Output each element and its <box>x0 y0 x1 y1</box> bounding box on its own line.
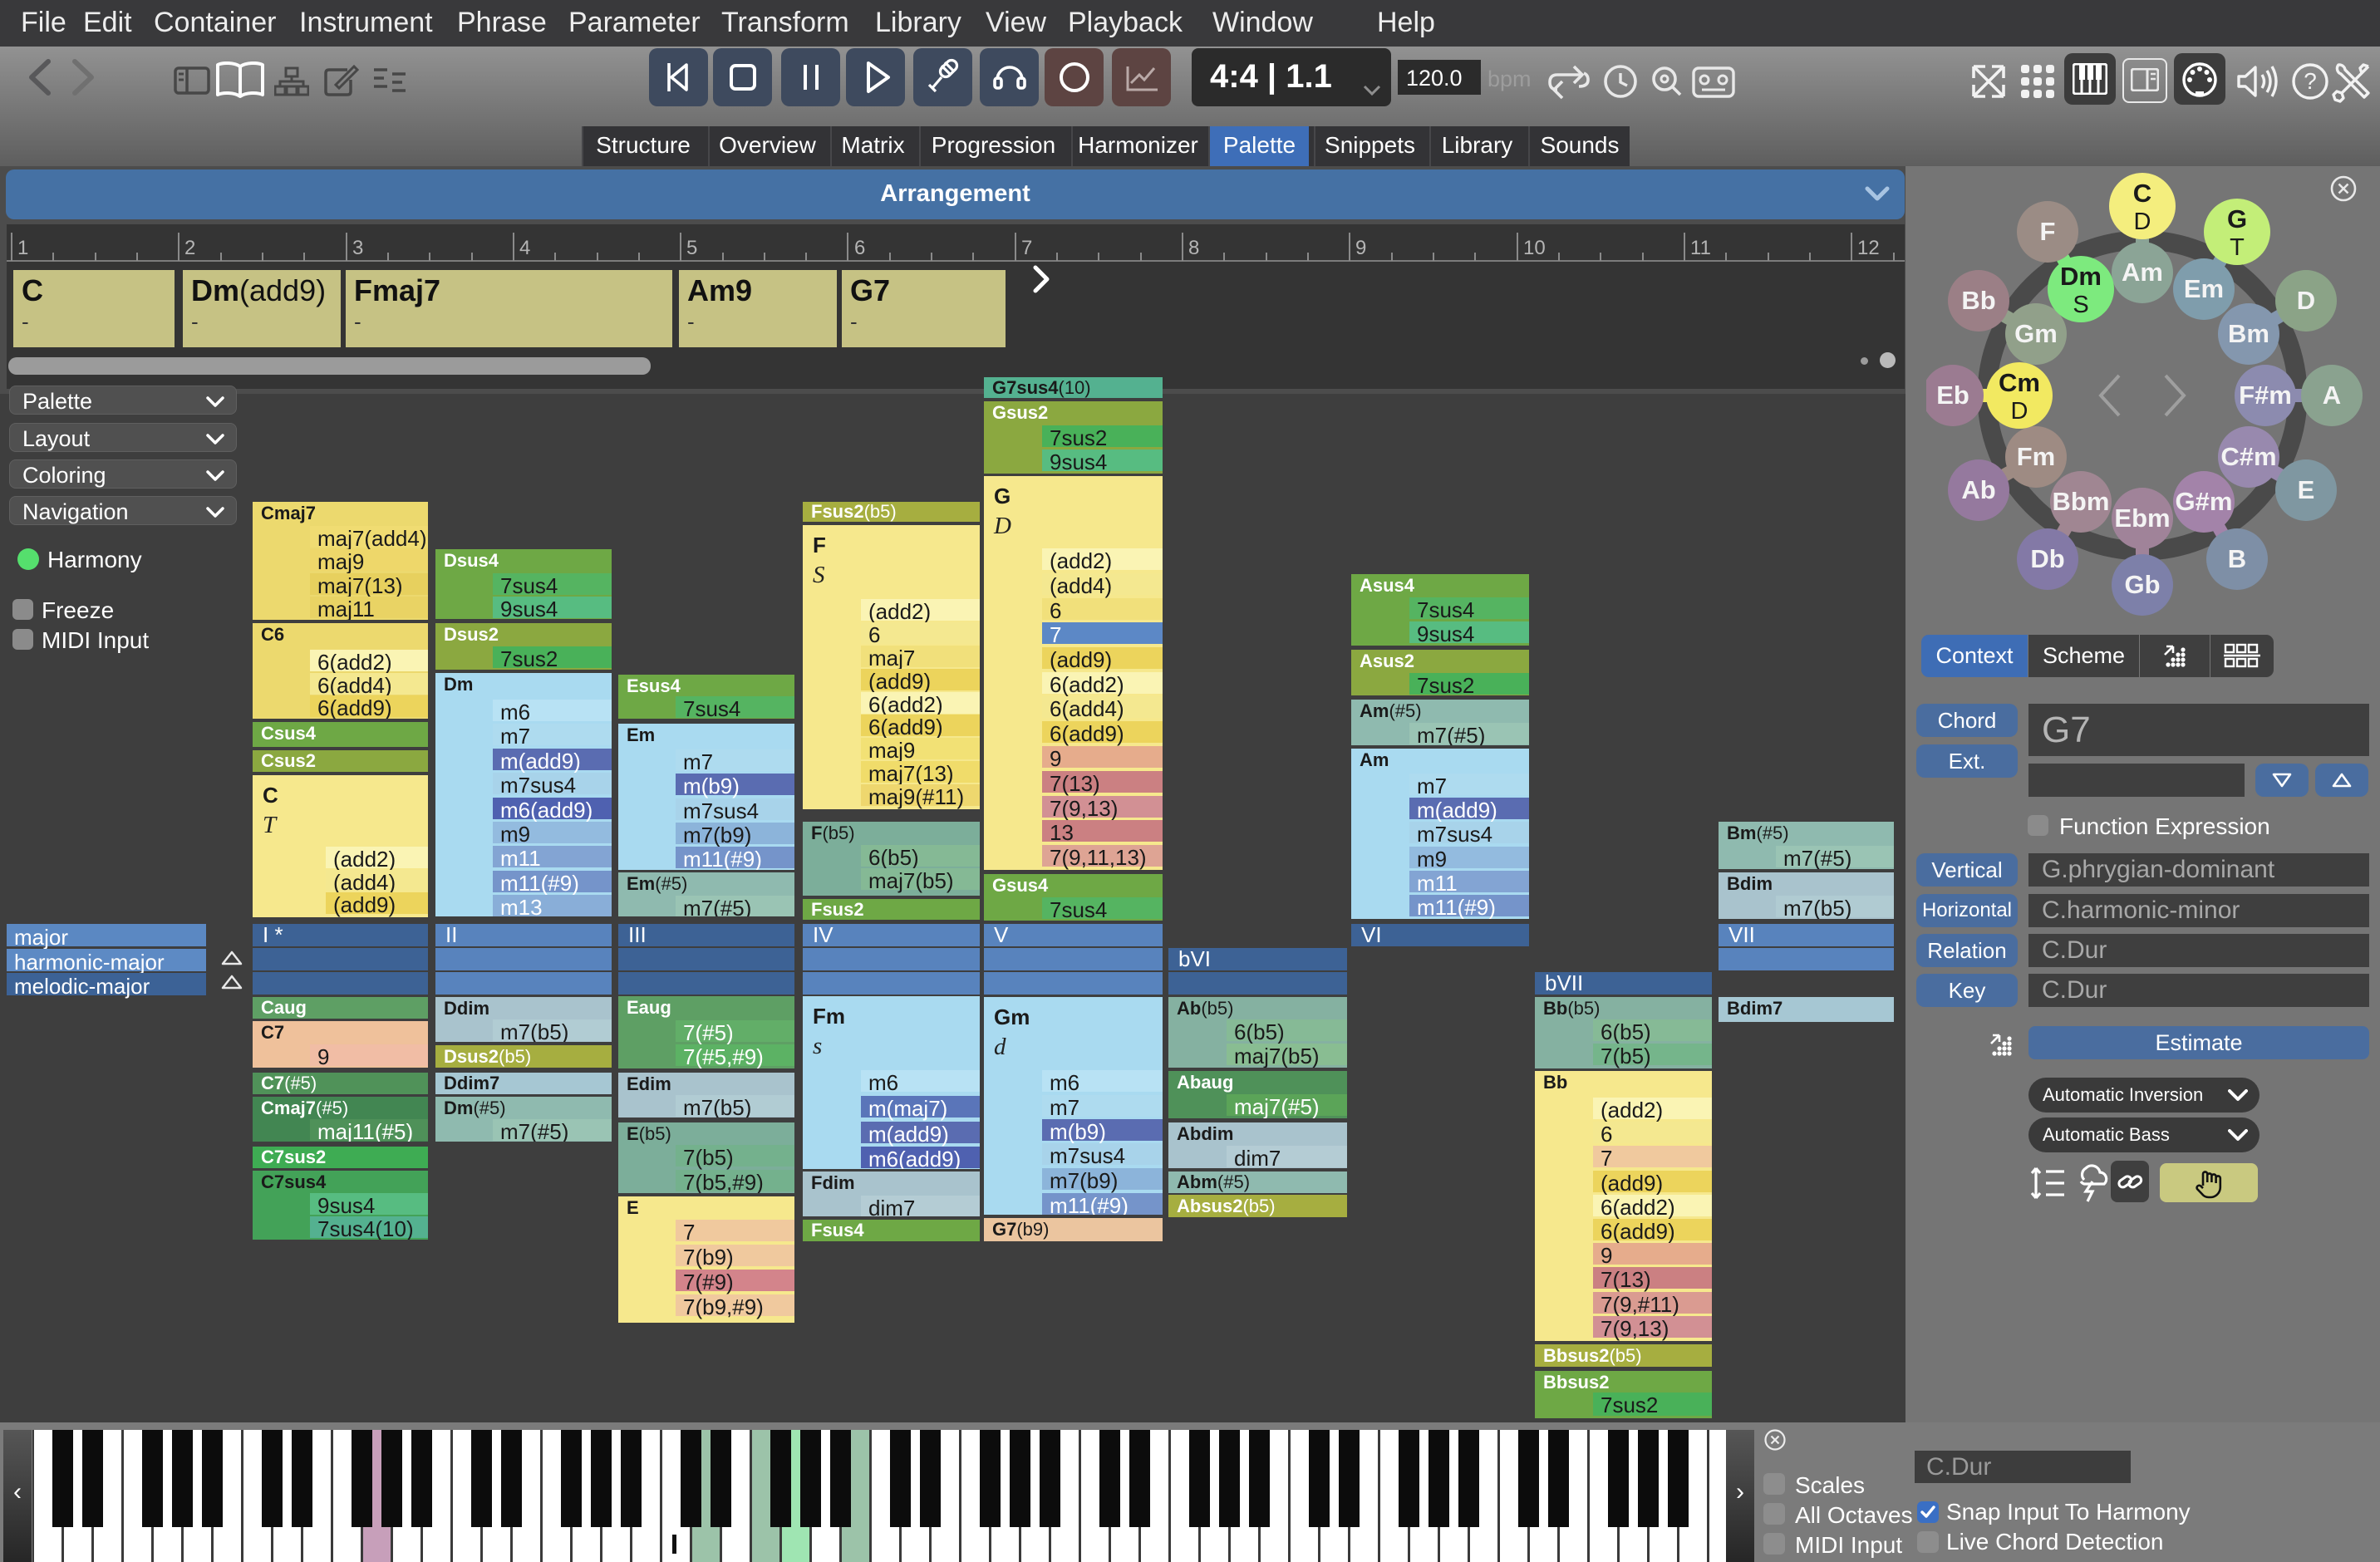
svg-text:Bbm: Bbm <box>2053 487 2110 516</box>
svg-text:D: D <box>2134 209 2151 235</box>
svg-text:4: 4 <box>519 237 530 259</box>
svg-text:Ebm: Ebm <box>2114 503 2170 533</box>
svg-text:E: E <box>2298 475 2315 504</box>
svg-text:G: G <box>2227 204 2247 233</box>
svg-text:Am: Am <box>2122 258 2163 287</box>
svg-text:12: 12 <box>1857 237 1880 259</box>
svg-text:C#m: C#m <box>2220 442 2276 471</box>
svg-text:6: 6 <box>854 237 865 259</box>
svg-text:7: 7 <box>1021 237 1032 259</box>
svg-text:5: 5 <box>686 237 697 259</box>
svg-text:Ab: Ab <box>1961 475 1995 504</box>
svg-text:Bm: Bm <box>2228 319 2269 348</box>
svg-text:11: 11 <box>1690 237 1711 259</box>
svg-text:F#m: F#m <box>2239 381 2292 410</box>
svg-text:Em: Em <box>2184 274 2224 303</box>
svg-text:Gm: Gm <box>2014 319 2058 348</box>
svg-text:?: ? <box>2304 68 2317 94</box>
svg-text:S: S <box>2073 292 2088 318</box>
svg-text:Cm: Cm <box>1999 368 2040 397</box>
svg-text:G#m: G#m <box>2176 487 2233 516</box>
svg-text:Db: Db <box>2030 544 2064 573</box>
svg-text:2: 2 <box>184 237 195 259</box>
svg-text:B: B <box>2228 544 2246 573</box>
svg-text:9: 9 <box>1355 237 1366 259</box>
svg-text:8: 8 <box>1188 237 1199 259</box>
svg-text:D: D <box>2297 286 2315 315</box>
svg-text:Fm: Fm <box>2017 442 2056 471</box>
svg-text:T: T <box>2230 234 2245 261</box>
svg-text:3: 3 <box>352 237 363 259</box>
svg-text:F: F <box>2040 217 2056 246</box>
svg-text:Eb: Eb <box>1936 381 1969 410</box>
svg-text:Bb: Bb <box>1961 286 1995 315</box>
svg-text:A: A <box>2323 381 2341 410</box>
svg-text:1: 1 <box>17 237 28 259</box>
svg-text:10: 10 <box>1523 237 1546 259</box>
svg-text:Gb: Gb <box>2124 570 2160 599</box>
svg-text:Dm: Dm <box>2060 262 2102 291</box>
svg-text:C: C <box>2133 179 2151 208</box>
svg-text:D: D <box>2011 398 2028 425</box>
